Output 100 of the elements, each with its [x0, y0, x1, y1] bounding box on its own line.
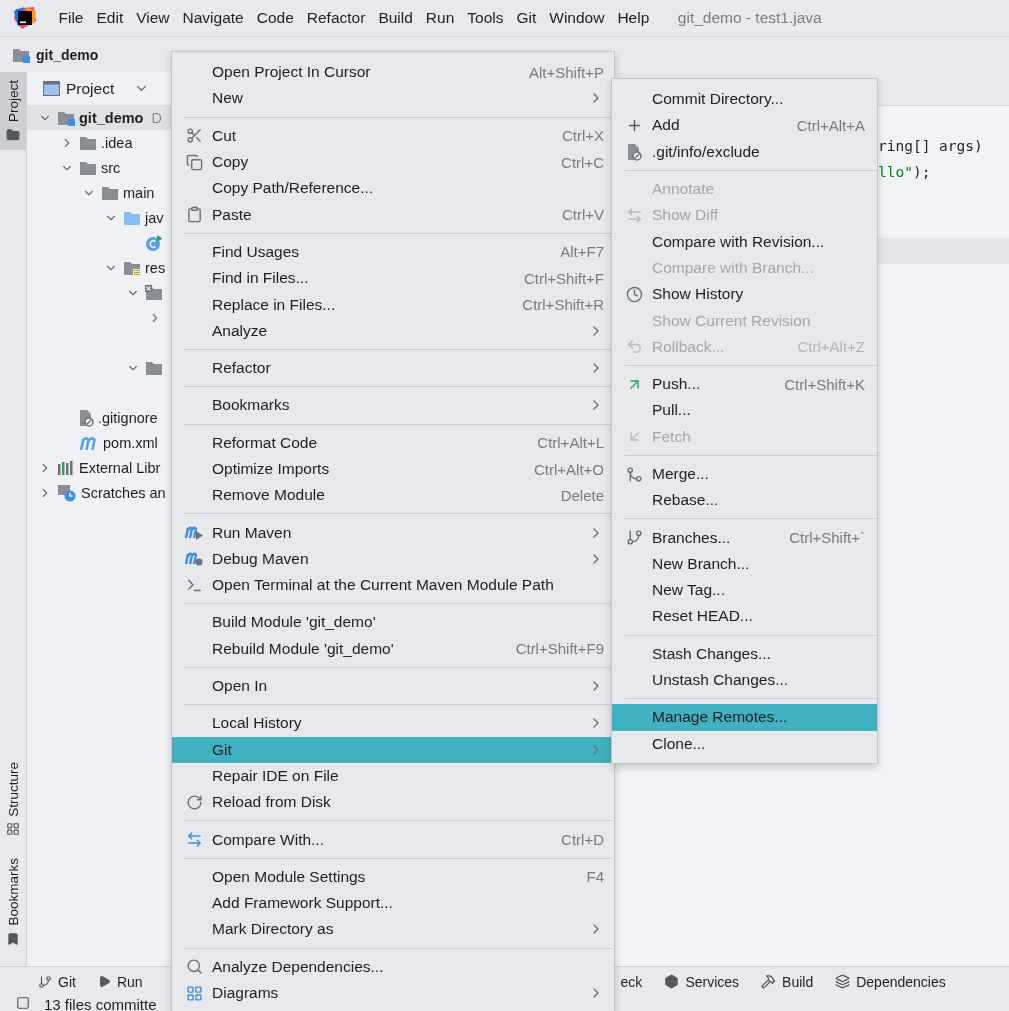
window-title: git_demo - test1.java [677, 9, 822, 27]
tree-item-label[interactable]: git_demo [79, 109, 144, 126]
menu-item[interactable]: Commit Directory... [612, 86, 877, 113]
menu-item[interactable]: Repair IDE on File [172, 762, 614, 790]
menu-item[interactable]: Push... Ctrl+Shift+K [612, 370, 877, 398]
tree-item-label[interactable]: .idea [101, 134, 133, 151]
tree-item-label[interactable]: .gitignore [98, 409, 158, 426]
breadcrumb-item[interactable]: git_demo [36, 46, 99, 63]
reload-icon [185, 793, 203, 811]
tree-item-label[interactable]: res [145, 259, 166, 276]
shortcut-text: Ctrl+Alt+A [796, 116, 865, 134]
tree-item-label[interactable]: main [123, 184, 155, 201]
menu-item[interactable]: Analyze Dependencies... [172, 953, 614, 980]
menu-bar-item[interactable]: Git [509, 9, 543, 27]
menu-item[interactable]: Git [172, 736, 614, 763]
menu-bar-item[interactable]: Build [371, 9, 420, 27]
tool-window-button[interactable]: Run [97, 973, 143, 990]
menu-item[interactable]: Mark Directory as [172, 916, 614, 943]
menu-item[interactable]: Clone... [612, 730, 877, 757]
tool-window-button[interactable]: Services [664, 973, 740, 990]
menu-item[interactable]: Build Module 'git_demo' [172, 609, 614, 636]
menu-item[interactable]: Bookmarks [172, 392, 614, 419]
menu-item[interactable]: Branches... Ctrl+Shift+` [612, 524, 877, 551]
menu-item[interactable]: Rebuild Module 'git_demo' Ctrl+Shift+F9 [172, 635, 614, 662]
menu-bar-item[interactable]: Window [542, 9, 611, 27]
menu-item[interactable]: Merge... [612, 460, 877, 488]
menu-item[interactable]: Diagrams [172, 979, 614, 1007]
menu-bar-item[interactable]: Edit [90, 9, 130, 27]
tool-window-button[interactable]: Dependencies [835, 973, 946, 990]
menu-item[interactable]: Cut Ctrl+X [172, 122, 614, 149]
menu-item[interactable]: New [172, 85, 614, 112]
tool-window-button[interactable]: Git [38, 973, 76, 990]
tree-item-label[interactable]: External Libr [79, 459, 161, 476]
menu-item[interactable]: Open Module Settings F4 [172, 863, 614, 890]
menu-item[interactable]: Compare With... Ctrl+D [172, 826, 614, 853]
menu-item[interactable]: Open Project In Cursor Alt+Shift+P [172, 59, 614, 86]
menu-bar-item[interactable]: Navigate [176, 9, 251, 27]
menu-item[interactable]: Run Maven [172, 519, 614, 546]
menu-item[interactable]: Replace in Files... Ctrl+Shift+R [172, 291, 614, 318]
menu-item[interactable]: Paste Ctrl+V [172, 201, 614, 228]
shortcut-text: Ctrl+Alt+O [533, 460, 604, 478]
shortcut-text: Ctrl+Shift+` [789, 529, 865, 547]
menu-bar-item[interactable]: File [52, 9, 90, 27]
menu-item[interactable]: Local History [172, 710, 614, 737]
tool-window-button[interactable]: Build [761, 973, 814, 990]
menu-bar-item[interactable]: Code [250, 9, 301, 27]
menu-item[interactable]: Reload from Disk [172, 789, 614, 816]
tool-window-button[interactable]: Bookmarks [0, 850, 26, 954]
menu-bar-item[interactable]: Run [419, 9, 461, 27]
menu-item[interactable]: Pull... [612, 397, 877, 424]
tree-item-label[interactable]: Scratches an [81, 484, 166, 501]
copy-icon [185, 153, 203, 171]
menu-item[interactable]: Stash Changes... [612, 640, 877, 667]
shortcut-text: Ctrl+Shift+F9 [515, 640, 604, 658]
tool-window-button[interactable]: Structure [0, 753, 26, 845]
menu-item[interactable]: Manage Remotes... [612, 704, 877, 731]
menu-bar-item[interactable]: Tools [460, 9, 510, 27]
menu-bar-item[interactable]: View [129, 9, 177, 27]
scratches-icon [57, 483, 77, 502]
menu-item[interactable]: Find in Files... Ctrl+Shift+F [172, 265, 614, 292]
menu-item[interactable]: Remove Module Delete [172, 482, 614, 509]
class-icon [145, 233, 163, 252]
menu-bar-item[interactable]: Help [610, 9, 656, 27]
compare-arrows-icon [185, 831, 203, 849]
tree-item-label[interactable]: pom.xml [103, 434, 158, 451]
menu-item[interactable]: Rebase... [612, 487, 877, 514]
tree-item-label[interactable]: jav [145, 209, 164, 226]
menu-item[interactable]: Unstash Changes... [612, 666, 877, 694]
window-icon [43, 81, 60, 96]
menu-item[interactable]: .git/info/exclude [612, 138, 877, 165]
resource-folder-icon [123, 259, 141, 276]
menu-item[interactable]: Add Ctrl+Alt+A [612, 112, 877, 139]
menu-bar-item[interactable]: Refactor [300, 9, 372, 27]
menu-item[interactable]: New Branch... [612, 550, 877, 578]
menu-item[interactable]: Reformat Code Ctrl+Alt+L [172, 429, 614, 456]
menu-item[interactable]: New Tag... [612, 577, 877, 604]
menu-item[interactable]: Copy Ctrl+C [172, 148, 614, 176]
diagram-icon [185, 984, 203, 1002]
menu-item[interactable]: Open Terminal at the Current Maven Module Path [172, 572, 614, 599]
menu-item[interactable]: Reset HEAD... [612, 603, 877, 630]
shortcut-text: F4 [586, 868, 604, 886]
tree-item-label[interactable]: src [101, 159, 121, 176]
branch-icon [38, 974, 52, 989]
menu-item[interactable]: Show History [612, 281, 877, 308]
menu-item[interactable]: Add Framework Support... [172, 890, 614, 917]
menu-item[interactable]: Optimize Imports Ctrl+Alt+O [172, 455, 614, 483]
menu-item[interactable]: Compare with Revision... [612, 228, 877, 255]
menu-item[interactable]: Debug Maven [172, 545, 614, 573]
menu-item[interactable]: Analyze [172, 317, 614, 344]
tool-window-button[interactable]: eck [620, 973, 643, 990]
code-text: llo"); [878, 164, 931, 181]
menu-item[interactable]: Open In [172, 672, 614, 700]
menu-item[interactable]: Copy Path/Reference... [172, 175, 614, 202]
shortcut-text: Alt+F7 [560, 243, 604, 261]
menu-item[interactable]: Find Usages Alt+F7 [172, 238, 614, 266]
shortcut-text: Ctrl+Alt+L [537, 434, 604, 452]
tool-window-button[interactable]: Project [0, 72, 26, 151]
menu-item[interactable]: Refactor [172, 354, 614, 382]
shortcut-text: Ctrl+Shift+K [784, 375, 865, 393]
panel-title[interactable]: Project [66, 79, 115, 98]
